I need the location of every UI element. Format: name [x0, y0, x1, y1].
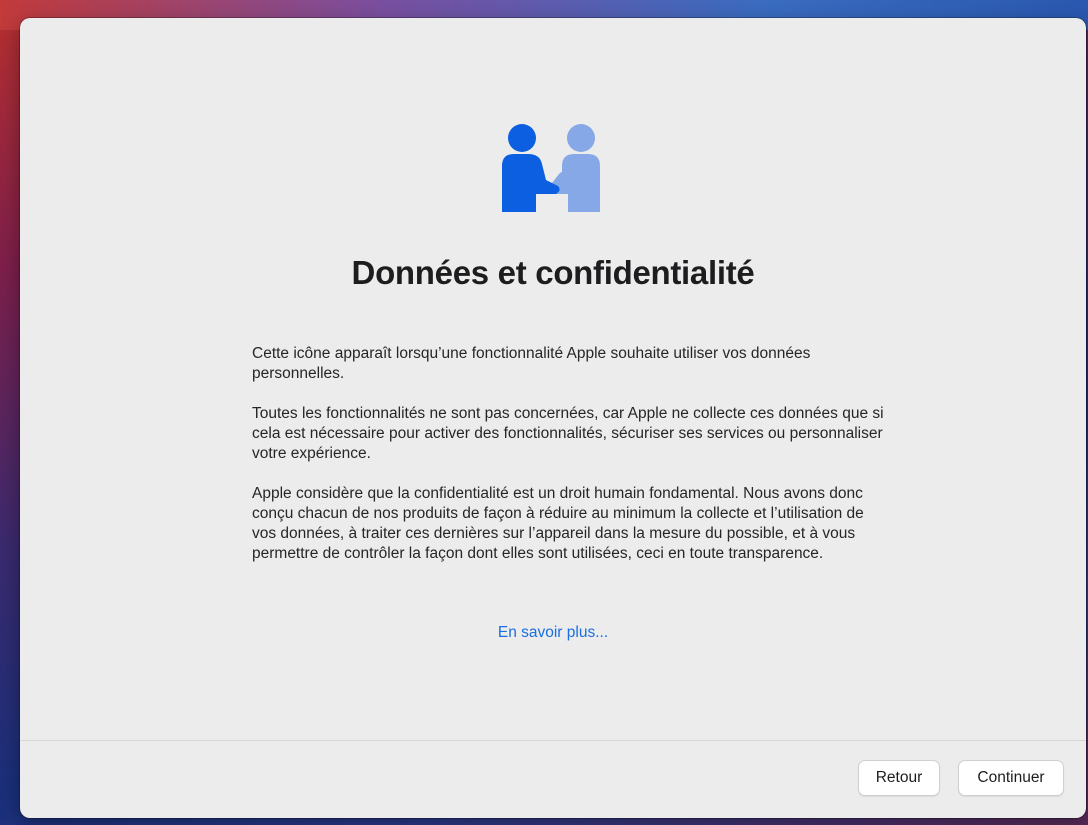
- page-title: Données et confidentialité: [351, 254, 755, 291]
- description-paragraph: Toutes les fonctionnalités ne sont pas c…: [252, 405, 884, 462]
- learn-more-link[interactable]: En savoir plus...: [20, 624, 1086, 642]
- description-paragraph: Apple considère que la confidentialité e…: [252, 485, 864, 562]
- footer-divider: [20, 740, 1086, 741]
- back-button[interactable]: Retour: [858, 760, 940, 796]
- data-privacy-handshake-icon: [502, 124, 600, 212]
- setup-assistant-window: Données et confidentialité Cette icône a…: [20, 18, 1086, 818]
- continue-button[interactable]: Continuer: [958, 760, 1064, 796]
- description-text: Cette icône apparaît lorsqu’une fonction…: [252, 344, 892, 584]
- description-paragraph: Cette icône apparaît lorsqu’une fonction…: [252, 345, 811, 382]
